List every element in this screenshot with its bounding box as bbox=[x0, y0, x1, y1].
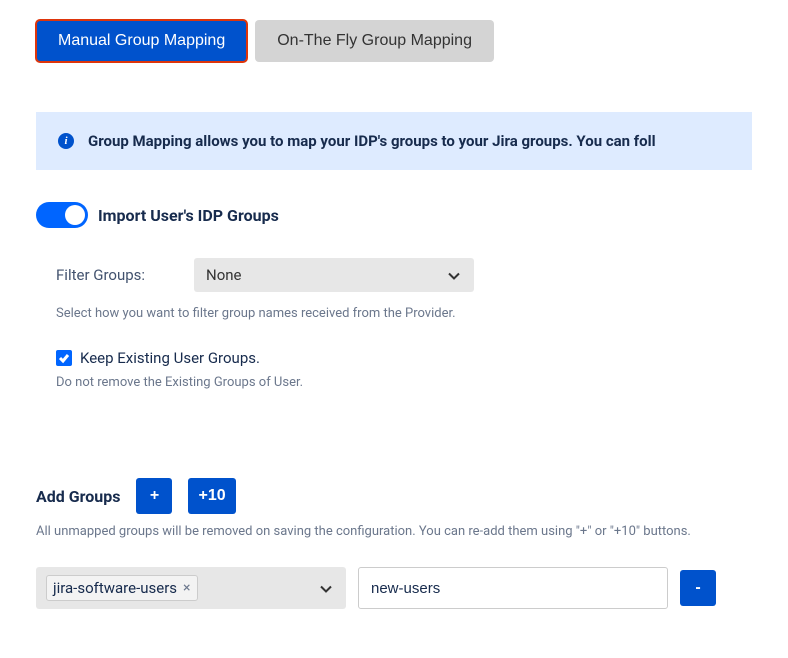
add-groups-hint: All unmapped groups will be removed on s… bbox=[36, 524, 752, 539]
add-ten-groups-button[interactable]: +10 bbox=[188, 478, 235, 514]
keep-groups-hint: Do not remove the Existing Groups of Use… bbox=[56, 375, 752, 390]
tab-manual-group-mapping[interactable]: Manual Group Mapping bbox=[36, 20, 247, 62]
tab-on-the-fly-group-mapping[interactable]: On-The Fly Group Mapping bbox=[255, 20, 494, 62]
source-group-chip-label: jira-software-users bbox=[53, 579, 177, 597]
group-mapping-row: jira-software-users × - bbox=[36, 567, 752, 609]
info-banner-text: Group Mapping allows you to map your IDP… bbox=[88, 132, 656, 150]
chevron-down-icon bbox=[320, 579, 332, 598]
import-groups-toggle[interactable] bbox=[36, 202, 88, 228]
filter-groups-select[interactable]: None bbox=[194, 258, 474, 292]
filter-groups-row: Filter Groups: None bbox=[56, 258, 752, 292]
target-group-input[interactable] bbox=[358, 567, 668, 609]
add-groups-row: Add Groups + +10 bbox=[36, 478, 752, 514]
import-groups-toggle-row: Import User's IDP Groups bbox=[36, 202, 752, 228]
remove-mapping-button[interactable]: - bbox=[680, 570, 716, 606]
add-group-button[interactable]: + bbox=[136, 478, 172, 514]
info-icon: i bbox=[58, 133, 74, 149]
source-group-chip: jira-software-users × bbox=[46, 575, 198, 601]
filter-groups-hint: Select how you want to filter group name… bbox=[56, 306, 752, 321]
filter-groups-label: Filter Groups: bbox=[56, 266, 166, 284]
keep-groups-label: Keep Existing User Groups. bbox=[80, 349, 260, 367]
info-banner: i Group Mapping allows you to map your I… bbox=[36, 112, 752, 170]
keep-groups-row: Keep Existing User Groups. bbox=[56, 349, 752, 367]
remove-chip-icon[interactable]: × bbox=[183, 580, 190, 596]
source-group-select[interactable]: jira-software-users × bbox=[36, 567, 346, 609]
import-groups-label: Import User's IDP Groups bbox=[98, 206, 279, 225]
tabs: Manual Group Mapping On-The Fly Group Ma… bbox=[36, 20, 752, 62]
add-groups-label: Add Groups bbox=[36, 487, 120, 506]
keep-groups-checkbox[interactable] bbox=[56, 350, 72, 366]
